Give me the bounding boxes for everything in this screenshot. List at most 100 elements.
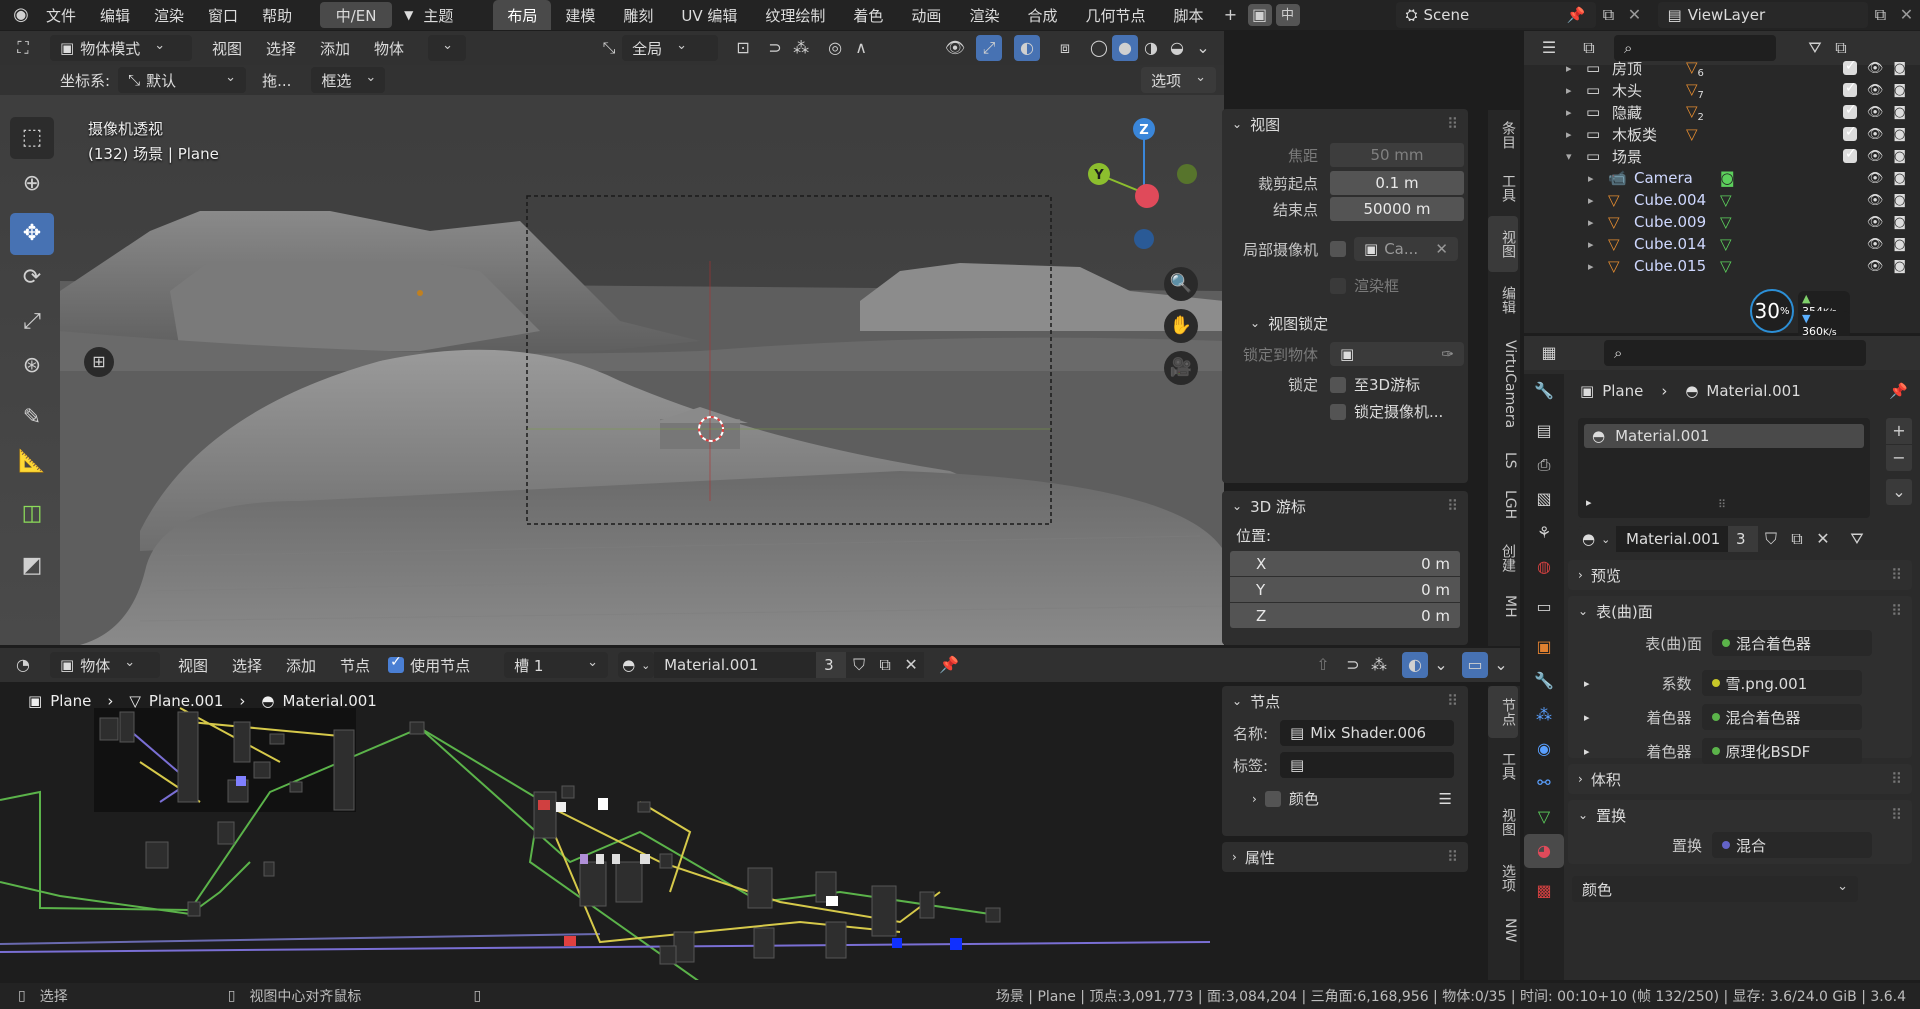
material-slot-item[interactable]: ◓ Material.001 xyxy=(1584,424,1864,448)
slot-expand-icon[interactable]: ▸ xyxy=(1586,496,1592,509)
duplicate-material-icon[interactable]: ⧉ xyxy=(1784,526,1810,552)
material-name-field[interactable]: Material.001 xyxy=(1616,526,1728,552)
menu-select[interactable]: 选择 xyxy=(232,655,262,676)
shading-material-icon[interactable]: ◑ xyxy=(1138,35,1164,61)
proportional-edit-icon[interactable]: ◎ xyxy=(822,35,848,61)
outliner-row[interactable]: ▸ ▽ Cube.014 ▽ 👁 ◙ xyxy=(1524,233,1920,255)
tab-view[interactable]: 视图 xyxy=(1488,794,1518,850)
theme-dropdown-icon[interactable]: ▼ xyxy=(404,8,413,22)
material-user-count[interactable]: 3 xyxy=(1728,526,1758,552)
unlink-material-icon[interactable]: ✕ xyxy=(1810,526,1836,552)
snap-icon[interactable]: ⊃ xyxy=(762,35,788,61)
focal-length-field[interactable]: 50 mm xyxy=(1330,143,1464,167)
slot-specials-icon[interactable]: ⌄ xyxy=(1886,479,1912,505)
visibility-eye-icon[interactable]: 👁 xyxy=(1867,171,1884,186)
node-editor[interactable]: ◔ ▣ 物体 视图 选择 添加 节点 使用节点 槽 1 ◓⌄ Material.… xyxy=(0,648,1520,980)
render-camera-icon[interactable]: ◙ xyxy=(1893,259,1906,274)
add-workspace-icon[interactable]: + xyxy=(1218,2,1244,28)
expand-arrow-icon[interactable]: ▸ xyxy=(1566,84,1586,97)
outliner-row[interactable]: ▸ ▽ Cube.004 ▽ 👁 ◙ xyxy=(1524,189,1920,211)
tab-shading[interactable]: 着色 xyxy=(839,0,897,30)
local-camera-checkbox[interactable] xyxy=(1330,241,1346,257)
tab-ls[interactable]: LS xyxy=(1488,440,1518,480)
zoom-icon[interactable]: 🔍 xyxy=(1164,267,1198,301)
theme-menu[interactable]: 主题 xyxy=(423,5,453,26)
render-region-checkbox[interactable] xyxy=(1330,277,1346,294)
object-mode-dropdown[interactable]: ▣ 物体模式 xyxy=(50,35,192,61)
menu-edit[interactable]: 编辑 xyxy=(100,5,130,26)
expand-arrow-icon[interactable]: ▸ xyxy=(1588,172,1608,185)
expand-arrow-icon[interactable]: ▸ xyxy=(1588,260,1608,273)
drag-handle-icon[interactable]: ⠿ xyxy=(1447,115,1458,133)
measure-tool-icon[interactable]: 📐 xyxy=(10,441,54,483)
pin-icon[interactable]: 📌 xyxy=(1889,382,1908,400)
lock-camera-checkbox[interactable] xyxy=(1330,403,1346,420)
expand-arrow-icon[interactable]: ▸ xyxy=(1588,238,1608,251)
menu-file[interactable]: 文件 xyxy=(46,5,76,26)
menu-select[interactable]: 选择 xyxy=(266,38,296,59)
tab-lgh[interactable]: LGH xyxy=(1488,480,1518,530)
data-tab-icon[interactable]: ▽ xyxy=(1524,800,1564,834)
material-browse-button[interactable]: ◓ ⌄ xyxy=(1578,526,1616,552)
expand-arrow-icon[interactable]: ▸ xyxy=(1588,194,1608,207)
overlay-options-icon[interactable]: ⌄ xyxy=(1428,652,1454,678)
language-toggle-button[interactable]: 中/EN xyxy=(320,2,393,28)
outliner-row[interactable]: ▸ 📹 Camera ◙ 👁 ◙ xyxy=(1524,167,1920,189)
new-scene-icon[interactable]: ⧉ xyxy=(1596,2,1622,28)
select-mode-dropdown[interactable]: 框选 xyxy=(311,67,386,93)
visibility-eye-icon[interactable]: 👁 xyxy=(1867,61,1884,76)
tab-modeling[interactable]: 建模 xyxy=(551,0,609,30)
pivot-point-icon[interactable]: ⊡ xyxy=(730,35,756,61)
tab-texture-paint[interactable]: 纹理绘制 xyxy=(751,0,839,30)
texture-tab-icon[interactable]: ▩ xyxy=(1524,874,1564,908)
drag-handle-icon[interactable]: ⠿ xyxy=(1891,806,1902,824)
material-user-count[interactable]: 3 xyxy=(816,652,847,678)
tab-node[interactable]: 节点 xyxy=(1488,686,1518,738)
menu-node[interactable]: 节点 xyxy=(340,655,370,676)
shader1-field[interactable]: 混合着色器 xyxy=(1701,704,1862,730)
color-presets-icon[interactable]: ☰ xyxy=(1439,790,1452,808)
tab-create[interactable]: 创建 xyxy=(1488,530,1518,586)
editor-type-icon[interactable]: ⛶ xyxy=(10,35,36,61)
duplicate-material-icon[interactable]: ⧉ xyxy=(872,652,899,678)
visibility-eye-icon[interactable]: 👁 xyxy=(1867,215,1884,230)
tab-rendering[interactable]: 渲染 xyxy=(955,0,1013,30)
tab-tool[interactable]: 工具 xyxy=(1488,160,1518,216)
cursor-tool-icon[interactable]: ⊕ xyxy=(10,163,54,205)
render-camera-icon[interactable]: ◙ xyxy=(1893,215,1906,230)
tab-tool[interactable]: 工具 xyxy=(1488,738,1518,794)
color-dropdown[interactable]: 颜色 xyxy=(1572,876,1858,902)
exclude-checkbox[interactable] xyxy=(1842,146,1857,163)
xray-icon[interactable]: ⧈ xyxy=(1052,35,1078,61)
menu-add[interactable]: 添加 xyxy=(286,655,316,676)
options-dropdown[interactable]: 选项 xyxy=(1141,67,1216,93)
outliner-row[interactable]: ▸▭ 房顶 ▽6 👁 ◙ xyxy=(1524,57,1920,79)
move-tool-icon[interactable]: ✥ xyxy=(10,213,54,255)
exclude-checkbox[interactable] xyxy=(1842,80,1857,97)
visibility-eye-icon[interactable]: 👁 xyxy=(1867,193,1884,208)
render-camera-icon[interactable]: ◙ xyxy=(1893,105,1906,120)
drag-handle-icon[interactable]: ⠿ xyxy=(1891,602,1902,620)
outliner-row[interactable]: ▾▭ 场景 👁 ◙ xyxy=(1524,145,1920,167)
menu-help[interactable]: 帮助 xyxy=(262,5,292,26)
toggle-quad-view-icon[interactable]: ⊞ xyxy=(84,347,114,377)
camera-view-icon[interactable]: 🎥 xyxy=(1164,351,1198,385)
node-name-field[interactable]: ▤ Mix Shader.006 xyxy=(1280,720,1454,746)
view-layer-tab-icon[interactable]: ▧ xyxy=(1524,482,1564,516)
tab-compositing[interactable]: 合成 xyxy=(1013,0,1071,30)
use-nodes-checkbox[interactable] xyxy=(388,654,405,673)
node-color-row[interactable]: › 颜色 ☰ xyxy=(1222,788,1468,809)
shader-type-dropdown[interactable]: ▣ 物体 xyxy=(50,652,160,678)
tab-scripting[interactable]: 脚本 xyxy=(1159,0,1217,30)
displacement-section-header[interactable]: ⌄ 置换 ⠿ xyxy=(1568,800,1912,830)
menu-view[interactable]: 视图 xyxy=(212,38,242,59)
menu-window[interactable]: 窗口 xyxy=(208,5,238,26)
3d-cursor-header[interactable]: ⌄ 3D 游标 ⠿ xyxy=(1222,491,1468,521)
cursor-y-field[interactable]: Y 0 m xyxy=(1230,577,1460,602)
output-tab-icon[interactable]: ⎙ xyxy=(1524,448,1564,482)
node-properties-section[interactable]: › 属性 ⠿ xyxy=(1222,842,1468,872)
outliner-row[interactable]: ▸ ▽ Cube.015 ▽ 👁 ◙ xyxy=(1524,255,1920,277)
select-box-tool-icon[interactable]: ⬚ xyxy=(10,117,54,159)
node-section-header[interactable]: ⌄ 节点 ⠿ xyxy=(1222,686,1468,716)
tab-nw[interactable]: NW xyxy=(1488,906,1518,954)
